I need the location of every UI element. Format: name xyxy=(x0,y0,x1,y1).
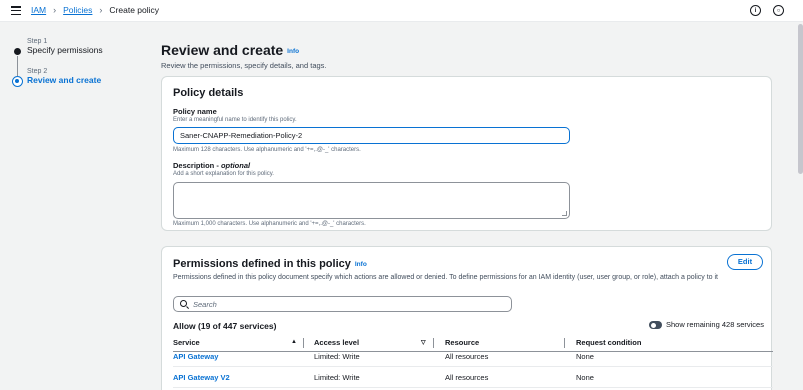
access-level-cell: Limited: Write xyxy=(314,373,360,382)
settings-icon[interactable]: ○ xyxy=(773,5,784,16)
page-scrollbar[interactable] xyxy=(798,22,803,390)
info-circle-icon[interactable]: i xyxy=(750,5,761,16)
search-icon xyxy=(180,300,187,307)
table-row: API Gateway V2 Limited: Write All resour… xyxy=(173,367,773,388)
condition-cell: None xyxy=(576,373,594,382)
access-level-cell: Limited: Write xyxy=(314,352,360,361)
panel-title: Policy details xyxy=(173,87,244,99)
step-label: Specify permissions xyxy=(27,45,103,55)
policy-name-input[interactable]: Saner-CNAPP-Remediation-Policy-2 xyxy=(173,127,570,144)
step-number: Step 2 xyxy=(27,68,48,75)
show-remaining-toggle[interactable] xyxy=(649,321,662,329)
description-helper: Add a short explanation for this policy. xyxy=(173,171,274,177)
resize-handle-icon[interactable] xyxy=(562,211,567,216)
policy-name-label: Policy name xyxy=(173,107,217,116)
top-navigation-bar: IAM › Policies › Create policy i ○ xyxy=(0,0,803,22)
sort-descending-icon[interactable]: ▽ xyxy=(421,339,426,346)
sort-ascending-icon[interactable]: ▲ xyxy=(291,339,297,345)
service-link[interactable]: API Gateway V2 xyxy=(173,373,230,382)
description-textarea[interactable] xyxy=(173,182,570,219)
table-row: API Gateway Limited: Write All resources… xyxy=(173,346,773,367)
step-label: Review and create xyxy=(27,75,102,85)
edit-button[interactable]: Edit xyxy=(727,254,763,270)
info-link[interactable]: Info xyxy=(355,261,367,268)
resource-cell: All resources xyxy=(445,373,489,382)
policy-name-description: Enter a meaningful name to identify this… xyxy=(173,117,297,123)
wizard-steps: Step 1 Specify permissions Step 2 Review… xyxy=(12,38,142,98)
search-placeholder: Search xyxy=(193,300,217,309)
breadcrumb: IAM › Policies › Create policy xyxy=(31,5,159,15)
scrollbar-thumb[interactable] xyxy=(798,24,803,174)
permissions-description: Permissions defined in this policy docum… xyxy=(173,274,718,281)
step-2[interactable]: Step 2 Review and create xyxy=(12,68,142,87)
breadcrumb-iam[interactable]: IAM xyxy=(31,5,46,15)
search-input[interactable]: Search xyxy=(173,296,512,312)
resource-cell: All resources xyxy=(445,352,489,361)
toggle-label: Show remaining 428 services xyxy=(666,320,764,329)
policy-name-hint: Maximum 128 characters. Use alphanumeric… xyxy=(173,147,361,153)
chevron-right-icon: › xyxy=(99,5,103,15)
breadcrumb-current: Create policy xyxy=(109,5,160,15)
step-complete-icon xyxy=(14,48,21,55)
step-current-icon xyxy=(12,76,23,87)
description-label-text: Description - xyxy=(173,161,221,170)
allow-services-title: Allow (19 of 447 services) xyxy=(173,321,277,331)
description-hint: Maximum 1,000 characters. Use alphanumer… xyxy=(173,221,366,227)
service-link[interactable]: API Gateway xyxy=(173,352,218,361)
chevron-right-icon: › xyxy=(53,5,57,15)
permissions-title-text: Permissions defined in this policy xyxy=(173,258,351,270)
page-description: Review the permissions, specify details,… xyxy=(161,61,327,70)
permissions-panel: Permissions defined in this policy Info E… xyxy=(161,246,773,390)
policy-details-panel: Policy details Policy name Enter a meani… xyxy=(161,76,772,231)
description-label: Description - optional xyxy=(173,161,250,170)
hamburger-menu-icon[interactable] xyxy=(11,6,21,16)
breadcrumb-policies[interactable]: Policies xyxy=(63,5,92,15)
step-number: Step 1 xyxy=(27,38,48,45)
page-title: Review and create Info xyxy=(161,42,299,58)
info-link[interactable]: Info xyxy=(287,48,299,55)
permissions-title: Permissions defined in this policy Info xyxy=(173,258,367,270)
condition-cell: None xyxy=(576,352,594,361)
optional-label: optional xyxy=(220,161,251,170)
step-1[interactable]: Step 1 Specify permissions xyxy=(12,38,142,76)
page-title-text: Review and create xyxy=(161,42,284,58)
